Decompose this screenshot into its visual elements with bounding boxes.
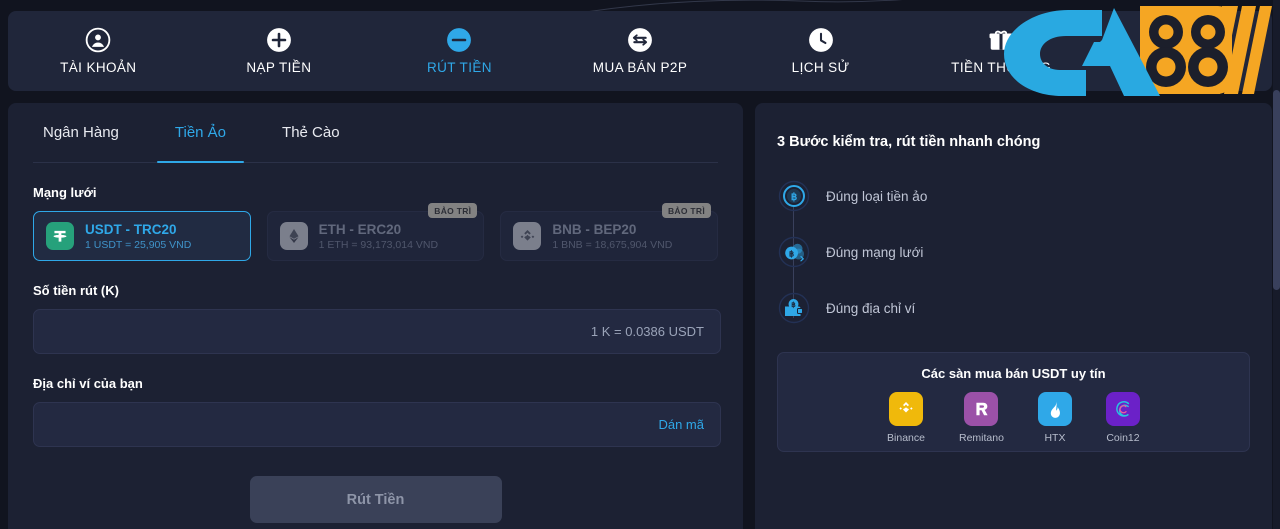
exchange-name: Coin12 xyxy=(1106,432,1140,444)
guide-step-3: ฿ Đúng địa chỉ ví xyxy=(778,280,1250,336)
network-rate: 1 ETH = 93,173,014 VND xyxy=(318,238,439,251)
network-name: ETH - ERC20 xyxy=(318,221,402,237)
binance-coin-icon xyxy=(513,222,542,250)
guide-step-label: Đúng loại tiền ảo xyxy=(826,188,928,204)
exchange-circle-icon xyxy=(627,27,653,53)
withdraw-form-panel: Ngân Hàng Tiền Ảo Thẻ Cào Mạng lưới USDT… xyxy=(8,103,743,529)
remitano-icon xyxy=(964,392,999,426)
scrollbar-thumb[interactable] xyxy=(1273,90,1280,290)
maintenance-badge: BẢO TRÌ xyxy=(428,203,478,218)
nav-item-tai-khoan[interactable]: TÀI KHOẢN xyxy=(8,11,189,91)
guide-step-label: Đúng địa chỉ ví xyxy=(826,300,916,316)
nav-label: TÀI KHOẢN xyxy=(60,60,137,75)
guide-step-2: ฿ Đúng mạng lưới xyxy=(778,224,1250,280)
amount-label: Số tiền rút (K) xyxy=(33,283,119,298)
exchange-name: Binance xyxy=(887,432,925,444)
gift-icon xyxy=(988,27,1014,53)
nav-item-rut-tien[interactable]: RÚT TIỀN xyxy=(369,11,550,91)
minus-circle-icon xyxy=(446,27,472,53)
ethereum-icon xyxy=(279,222,308,250)
wallet-input-wrapper[interactable]: Dán mã xyxy=(33,402,721,447)
tab-tien-ao[interactable]: Tiền Ảo xyxy=(147,103,254,163)
nav-label: TIỀN THƯỞNG xyxy=(951,60,1052,75)
exchange-coin12[interactable]: Coin12 xyxy=(1105,392,1140,444)
coin-check-icon: ฿ xyxy=(778,180,810,212)
exchange-htx[interactable]: HTX xyxy=(1037,392,1072,444)
nav-item-ngan-hang[interactable]: NGÂN HÀNG xyxy=(1091,11,1272,91)
svg-text:฿: ฿ xyxy=(791,192,797,203)
exchange-remitano[interactable]: Remitano xyxy=(959,392,1004,444)
network-options: USDT - TRC20 1 USDT = 25,905 VND BẢO TRÌ… xyxy=(33,203,719,261)
wallet-address-input[interactable] xyxy=(50,403,659,446)
network-card-bnb-bep20[interactable]: BẢO TRÌ BNB - BEP20 1 BNB = 18,675,904 V… xyxy=(500,203,719,261)
withdraw-page: TÀI KHOẢN NẠP TIỀN RÚT TIỀN MUA BÁN P2P xyxy=(0,0,1280,529)
tab-the-cao[interactable]: Thẻ Cào xyxy=(254,103,368,162)
nav-item-mua-ban-p2p[interactable]: MUA BÁN P2P xyxy=(550,11,731,91)
coin12-icon xyxy=(1105,392,1140,426)
amount-input-wrapper[interactable]: 1 K = 0.0386 USDT xyxy=(33,309,721,354)
network-card-eth-erc20[interactable]: BẢO TRÌ ETH - ERC20 1 ETH = 93,173,014 V… xyxy=(266,203,485,261)
wallet-coin-icon: ฿ xyxy=(778,292,810,324)
network-coins-icon: ฿ xyxy=(778,236,810,268)
guide-panel: 3 Bước kiểm tra, rút tiền nhanh chóng ฿ … xyxy=(755,103,1272,529)
amount-input[interactable] xyxy=(50,310,591,353)
exchange-list-box: Các sàn mua bán USDT uy tín Binance Remi… xyxy=(777,352,1250,452)
nav-label: NẠP TIỀN xyxy=(246,60,312,75)
bank-icon xyxy=(1169,27,1195,53)
svg-text:฿: ฿ xyxy=(789,249,794,258)
account-circle-icon xyxy=(85,27,111,53)
nav-label: LỊCH SỬ xyxy=(791,60,850,75)
exchange-binance[interactable]: Binance xyxy=(887,392,925,444)
main-navigation: TÀI KHOẢN NẠP TIỀN RÚT TIỀN MUA BÁN P2P xyxy=(8,11,1272,91)
tab-ngan-hang[interactable]: Ngân Hàng xyxy=(33,103,147,162)
clock-icon xyxy=(808,27,834,53)
nav-label: RÚT TIỀN xyxy=(426,60,492,75)
network-card-usdt-trc20[interactable]: USDT - TRC20 1 USDT = 25,905 VND xyxy=(33,211,251,261)
network-name: BNB - BEP20 xyxy=(552,221,637,237)
method-tabs: Ngân Hàng Tiền Ảo Thẻ Cào xyxy=(33,103,718,163)
svg-text:฿: ฿ xyxy=(791,301,796,309)
exchange-name: Remitano xyxy=(959,432,1004,444)
withdraw-submit-button[interactable]: Rút Tiền xyxy=(249,476,502,523)
maintenance-badge: BẢO TRÌ xyxy=(661,203,712,218)
exchange-list-title: Các sàn mua bán USDT uy tín xyxy=(921,366,1106,381)
nav-item-tien-thuong[interactable]: TIỀN THƯỞNG xyxy=(911,11,1092,91)
guide-title: 3 Bước kiểm tra, rút tiền nhanh chóng xyxy=(777,134,1041,150)
network-name: USDT - TRC20 xyxy=(85,221,177,237)
page-scrollbar[interactable] xyxy=(1273,0,1280,529)
exchange-name: HTX xyxy=(1044,432,1066,444)
amount-conversion-hint: 1 K = 0.0386 USDT xyxy=(590,324,704,339)
usdt-icon xyxy=(46,222,74,250)
network-rate: 1 BNB = 18,675,904 VND xyxy=(552,238,673,251)
binance-icon xyxy=(889,392,924,426)
nav-item-lich-su[interactable]: LỊCH SỬ xyxy=(730,11,911,91)
nav-item-nap-tien[interactable]: NẠP TIỀN xyxy=(189,11,370,91)
paste-code-link[interactable]: Dán mã xyxy=(658,417,704,432)
wallet-label: Địa chỉ ví của bạn xyxy=(33,376,143,391)
nav-label: MUA BÁN P2P xyxy=(592,60,688,75)
network-rate: 1 USDT = 25,905 VND xyxy=(85,238,192,251)
htx-icon xyxy=(1037,392,1072,426)
guide-step-1: ฿ Đúng loại tiền ảo xyxy=(778,168,1250,224)
nav-label: NGÂN HÀNG xyxy=(1139,60,1225,75)
guide-step-label: Đúng mạng lưới xyxy=(826,244,924,260)
network-label: Mạng lưới xyxy=(33,185,97,200)
guide-steps: ฿ Đúng loại tiền ảo ฿ Đúng mạng lưới ฿ Đ… xyxy=(777,168,1250,336)
plus-circle-icon xyxy=(266,27,292,53)
